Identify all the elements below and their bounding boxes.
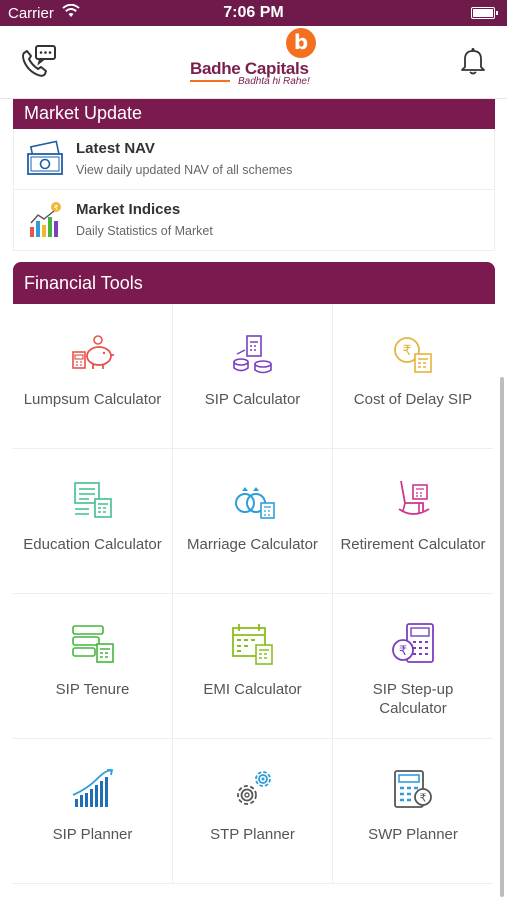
tool-label: SIP Tenure: [55, 681, 130, 698]
calendar-calculator-icon: [229, 620, 277, 668]
tool-sip-planner[interactable]: SIP Planner: [13, 739, 173, 884]
tool-sip-tenure[interactable]: SIP Tenure: [13, 594, 173, 739]
tool-label: EMI Calculator: [203, 681, 302, 698]
svg-text:₹: ₹: [403, 343, 412, 359]
tool-label: SIP Step-up Calculator: [372, 681, 454, 717]
market-update-header: Market Update: [13, 99, 495, 129]
latest-nav-title: Latest NAV: [76, 140, 155, 157]
tool-cost-of-delay-sip[interactable]: ₹ Cost of Delay SIP: [333, 304, 493, 449]
tool-label: Lumpsum Calculator: [23, 391, 162, 408]
logo-mark: b: [286, 28, 316, 58]
list-item-market-indices[interactable]: ₹ Market Indices Daily Statistics of Mar…: [14, 190, 494, 250]
tenure-icon: [69, 620, 117, 668]
piggy-bank-icon: [69, 330, 117, 378]
financial-tools-header: Financial Tools: [13, 262, 495, 304]
tool-sip-calculator[interactable]: SIP Calculator: [173, 304, 333, 449]
tool-marriage-calculator[interactable]: Marriage Calculator: [173, 449, 333, 594]
tool-emi-calculator[interactable]: EMI Calculator: [173, 594, 333, 739]
status-bar: Carrier 7:06 PM: [0, 0, 507, 26]
scrollbar[interactable]: [500, 377, 504, 897]
rings-icon: [229, 475, 277, 523]
coins-calculator-icon: [229, 330, 277, 378]
tool-label: Marriage Calculator: [187, 536, 318, 553]
tool-label: Education Calculator: [23, 536, 162, 553]
growth-chart-icon: [69, 765, 117, 813]
app-header: b Badhe Capitals Badhta hi Rahe!: [0, 26, 507, 99]
swp-calculator-icon: ₹: [389, 765, 437, 813]
svg-text:₹: ₹: [54, 204, 59, 212]
brand-tagline: Badhta hi Rahe!: [238, 76, 310, 87]
latest-nav-subtitle: View daily updated NAV of all schemes: [76, 163, 293, 177]
financial-tools-grid: Lumpsum Calculator SIP Calculator ₹ Cost…: [13, 304, 495, 884]
market-indices-title: Market Indices: [76, 201, 181, 218]
tool-sip-step-up-calculator[interactable]: ₹ SIP Step-up Calculator: [333, 594, 493, 739]
battery-icon: [471, 7, 498, 19]
rupee-calculator-icon: ₹: [389, 330, 437, 378]
market-update-list: Latest NAV View daily updated NAV of all…: [13, 129, 495, 251]
tool-stp-planner[interactable]: STP Planner: [173, 739, 333, 884]
rocking-chair-icon: [389, 475, 437, 523]
logo-underline: [190, 80, 230, 82]
scroll-content[interactable]: Market Update Latest NAV View daily upda…: [0, 99, 507, 900]
bar-chart-icon: ₹: [26, 201, 64, 239]
tool-swp-planner[interactable]: ₹ SWP Planner: [333, 739, 493, 884]
tool-label: SIP Planner: [52, 826, 133, 843]
market-indices-subtitle: Daily Statistics of Market: [76, 224, 213, 238]
stepup-icon: ₹: [389, 620, 437, 668]
financial-tools-title: Financial Tools: [24, 273, 143, 293]
tool-label: SWP Planner: [368, 826, 458, 843]
tool-label: Retirement Calculator: [340, 536, 486, 553]
education-icon: [69, 475, 117, 523]
money-icon: [26, 140, 64, 178]
contact-support-icon[interactable]: [18, 43, 58, 84]
clock: 7:06 PM: [223, 4, 284, 21]
tool-retirement-calculator[interactable]: Retirement Calculator: [333, 449, 493, 594]
tool-label: STP Planner: [210, 826, 295, 843]
gears-icon: [229, 765, 277, 813]
market-update-title: Market Update: [24, 103, 143, 123]
notification-bell-icon[interactable]: [459, 46, 487, 81]
tool-lumpsum-calculator[interactable]: Lumpsum Calculator: [13, 304, 173, 449]
tool-label: SIP Calculator: [204, 391, 301, 408]
tool-education-calculator[interactable]: Education Calculator: [13, 449, 173, 594]
svg-text:₹: ₹: [420, 792, 427, 805]
brand-logo: b Badhe Capitals Badhta hi Rahe!: [190, 28, 320, 94]
list-item-latest-nav[interactable]: Latest NAV View daily updated NAV of all…: [14, 129, 494, 190]
svg-text:₹: ₹: [399, 644, 407, 659]
tool-label: Cost of Delay SIP: [353, 391, 473, 408]
